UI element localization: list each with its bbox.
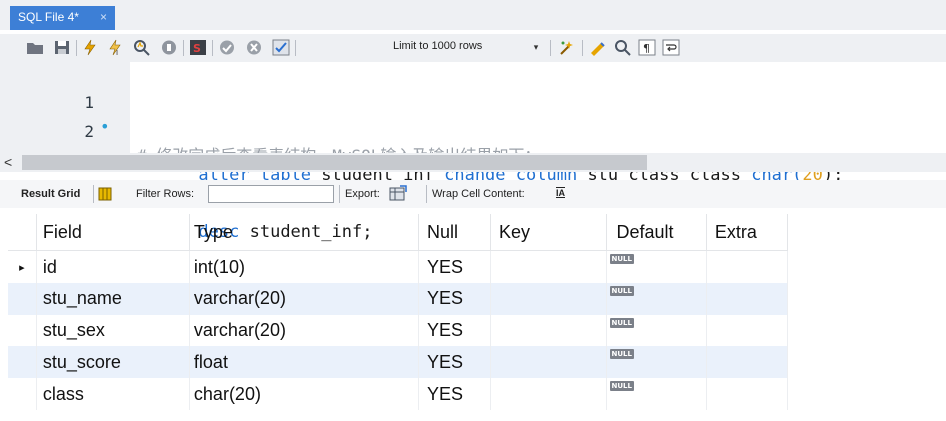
explain-icon[interactable] bbox=[133, 39, 151, 56]
code-line-1: 1 • alter table student_inf change colum… bbox=[0, 67, 946, 185]
search-icon[interactable] bbox=[614, 39, 632, 56]
cell-type[interactable]: varchar(20) bbox=[189, 314, 420, 347]
tab-sql-file-4[interactable]: SQL File 4* × bbox=[10, 6, 115, 30]
cell-default[interactable]: NULL bbox=[606, 378, 707, 410]
cell-extra[interactable] bbox=[706, 282, 789, 315]
toggle-output-icon[interactable]: S bbox=[189, 39, 207, 56]
cell-field[interactable]: stu_name bbox=[36, 282, 190, 315]
cell-key[interactable] bbox=[490, 346, 607, 379]
grid-layout-icon[interactable] bbox=[98, 187, 112, 201]
export-icon[interactable] bbox=[389, 185, 407, 202]
table-row[interactable]: class char(20) YES NULL bbox=[8, 378, 789, 410]
table-row[interactable]: ▸ id int(10) YES NULL bbox=[8, 250, 789, 283]
code-line-3: 3 • desc student_inf; bbox=[0, 124, 946, 242]
cell-extra[interactable] bbox=[706, 314, 789, 347]
svg-text:S: S bbox=[193, 42, 201, 55]
cell-field[interactable]: stu_score bbox=[36, 346, 190, 379]
scroll-left-icon[interactable]: < bbox=[4, 154, 12, 170]
wrap-icon[interactable] bbox=[662, 39, 680, 56]
column-header-type[interactable]: Type bbox=[189, 214, 420, 252]
cell-type[interactable]: char(20) bbox=[189, 378, 420, 410]
cell-key[interactable] bbox=[490, 314, 607, 347]
cell-extra[interactable] bbox=[706, 346, 789, 379]
cell-key[interactable] bbox=[490, 378, 607, 410]
cell-default[interactable]: NULL bbox=[606, 282, 707, 315]
null-badge: NULL bbox=[609, 317, 634, 328]
cell-default[interactable]: NULL bbox=[606, 346, 707, 379]
result-toolbar: Result Grid Filter Rows: Export: Wrap Ce… bbox=[0, 180, 946, 208]
commit-icon[interactable] bbox=[218, 39, 236, 56]
sql-editor[interactable]: 1 • alter table student_inf change colum… bbox=[0, 62, 946, 242]
wrap-cell-content-label: Wrap Cell Content: bbox=[432, 188, 525, 200]
cell-field[interactable]: id bbox=[36, 250, 190, 283]
execute-icon[interactable] bbox=[81, 39, 99, 56]
svg-text:¶: ¶ bbox=[643, 42, 650, 55]
sql-editor-toolbar: I S Limit to 1000 rows ▾ ¶ bbox=[0, 34, 946, 62]
cell-null[interactable]: YES bbox=[418, 250, 491, 283]
result-grid-tab[interactable]: Result Grid bbox=[21, 188, 80, 200]
autocommit-icon[interactable] bbox=[272, 39, 290, 56]
chevron-down-icon[interactable]: ▾ bbox=[529, 40, 543, 54]
cell-null[interactable]: YES bbox=[418, 378, 491, 410]
table-row[interactable]: stu_sex varchar(20) YES NULL bbox=[8, 314, 789, 347]
close-icon[interactable]: × bbox=[100, 6, 107, 28]
null-badge: NULL bbox=[609, 285, 634, 296]
table-row[interactable]: stu_name varchar(20) YES NULL bbox=[8, 282, 789, 315]
wrap-cell-content-icon[interactable]: IA bbox=[556, 188, 565, 198]
column-header-extra[interactable]: Extra bbox=[706, 214, 789, 252]
null-badge: NULL bbox=[609, 349, 634, 360]
filter-rows-input[interactable] bbox=[208, 185, 334, 203]
execute-selection-icon[interactable]: I bbox=[106, 39, 124, 56]
row-marker-header bbox=[8, 214, 37, 252]
column-header-null[interactable]: Null bbox=[418, 214, 491, 252]
cell-extra[interactable] bbox=[706, 250, 789, 283]
column-header-default[interactable]: Default bbox=[606, 214, 707, 252]
horizontal-scrollbar[interactable]: < bbox=[0, 153, 946, 172]
filter-rows-label: Filter Rows: bbox=[136, 188, 195, 200]
cell-type[interactable]: float bbox=[189, 346, 420, 379]
open-folder-icon[interactable] bbox=[26, 39, 44, 56]
cell-type[interactable]: varchar(20) bbox=[189, 282, 420, 315]
cell-null[interactable]: YES bbox=[418, 346, 491, 379]
tab-bar: SQL File 4* × bbox=[0, 0, 946, 30]
invisible-chars-icon[interactable]: ¶ bbox=[638, 39, 656, 56]
cell-default[interactable]: NULL bbox=[606, 314, 707, 347]
stop-icon[interactable] bbox=[160, 39, 178, 56]
cell-type[interactable]: int(10) bbox=[189, 250, 420, 283]
cell-null[interactable]: YES bbox=[418, 314, 491, 347]
limit-rows-select[interactable]: Limit to 1000 rows bbox=[393, 40, 482, 52]
column-header-field[interactable]: Field bbox=[36, 214, 190, 252]
column-header-key[interactable]: Key bbox=[490, 214, 607, 252]
cell-default[interactable]: NULL bbox=[606, 250, 707, 283]
current-row-icon: ▸ bbox=[8, 250, 37, 283]
cell-key[interactable] bbox=[490, 282, 607, 315]
null-badge: NULL bbox=[609, 381, 634, 392]
save-icon[interactable] bbox=[53, 39, 71, 56]
rollback-icon[interactable] bbox=[245, 39, 263, 56]
cell-extra[interactable] bbox=[706, 378, 789, 410]
svg-text:I: I bbox=[116, 49, 118, 56]
cell-field[interactable]: stu_sex bbox=[36, 314, 190, 347]
grid-header-row: Field Type Null Key Default Extra bbox=[8, 214, 789, 252]
table-row[interactable]: stu_score float YES NULL bbox=[8, 346, 789, 379]
cell-field[interactable]: class bbox=[36, 378, 190, 410]
tab-title: SQL File 4* bbox=[18, 10, 79, 24]
result-grid: Field Type Null Key Default Extra ▸ id i… bbox=[8, 214, 789, 410]
beautify-icon[interactable] bbox=[558, 39, 576, 56]
null-badge: NULL bbox=[609, 254, 634, 265]
code-line-2: 2 # 修改完成后查看表结构，MySQL输入及输出结果如下： bbox=[0, 96, 946, 165]
scrollbar-thumb[interactable] bbox=[22, 155, 647, 170]
cell-null[interactable]: YES bbox=[418, 282, 491, 315]
export-label: Export: bbox=[345, 188, 380, 200]
find-icon[interactable] bbox=[589, 39, 607, 56]
cell-key[interactable] bbox=[490, 250, 607, 283]
